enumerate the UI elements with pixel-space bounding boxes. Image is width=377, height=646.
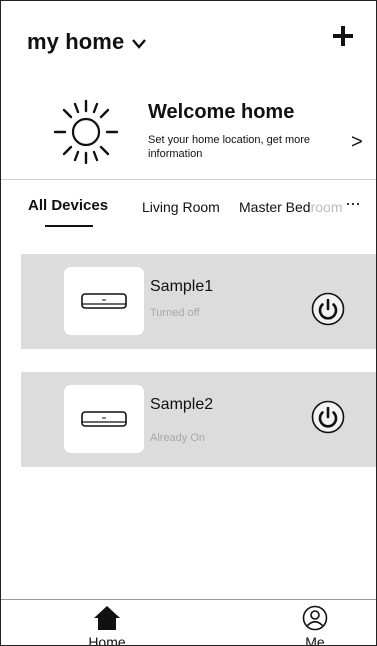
tab-living-room[interactable]: Living Room — [142, 199, 220, 215]
device-thumbnail — [64, 385, 144, 453]
bottom-nav-divider — [1, 599, 376, 600]
chevron-down-icon — [132, 39, 147, 49]
device-thumbnail — [64, 267, 144, 335]
plus-icon[interactable] — [332, 25, 354, 47]
home-name: my home — [27, 29, 125, 54]
room-tabs: All Devices Living Room Master Bedroom ·… — [1, 191, 376, 241]
nav-home[interactable]: Home — [72, 601, 142, 646]
air-conditioner-icon — [81, 411, 127, 427]
device-name: Sample2 — [150, 396, 214, 413]
home-selector[interactable]: my home — [27, 29, 147, 55]
tab-master-bedroom[interactable]: Master Bedroom — [239, 199, 343, 215]
power-icon[interactable] — [311, 292, 345, 326]
device-status: Already On — [150, 432, 206, 444]
nav-me[interactable]: Me — [280, 601, 350, 646]
active-tab-indicator — [45, 225, 93, 227]
air-conditioner-icon — [81, 293, 127, 309]
device-name: Sample1 — [150, 278, 214, 295]
nav-me-label: Me — [305, 634, 325, 646]
home-icon — [94, 606, 120, 630]
user-icon — [302, 605, 328, 631]
tab-master-label-faded: room — [310, 199, 343, 215]
welcome-banner[interactable]: Welcome home Set your home location, get… — [1, 95, 376, 171]
welcome-title: Welcome home — [148, 101, 295, 123]
header: my home — [1, 1, 376, 73]
nav-home-label: Home — [88, 634, 126, 646]
chevron-right-icon[interactable]: > — [351, 131, 363, 154]
tab-all-devices[interactable]: All Devices — [28, 197, 108, 214]
device-card[interactable]: Sample1 Turned off — [21, 254, 376, 349]
sun-icon — [53, 99, 119, 165]
device-card[interactable]: Sample2 Already On — [21, 372, 376, 467]
app-frame: my home Welcome home Set your home locat… — [0, 0, 377, 646]
tab-master-label: Master Bed — [239, 199, 311, 215]
welcome-subtitle: Set your home location, get more informa… — [148, 134, 311, 160]
power-icon[interactable] — [311, 400, 345, 434]
more-tabs-icon[interactable]: ··· — [345, 193, 361, 214]
device-status: Turned off — [150, 307, 200, 319]
section-divider — [1, 179, 376, 180]
